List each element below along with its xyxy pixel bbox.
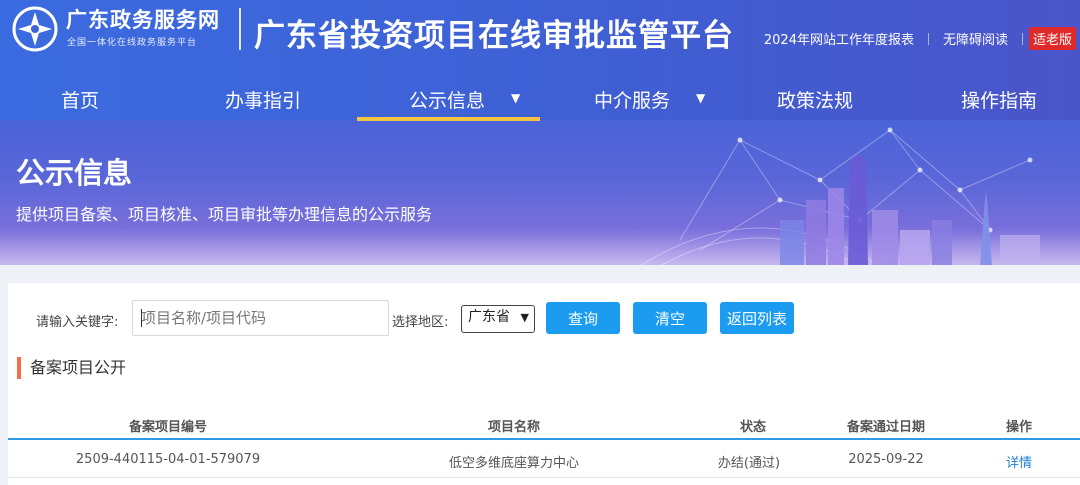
title-divider	[239, 8, 241, 50]
column-header-action: 操作	[1005, 420, 1033, 435]
chevron-down-icon: ▼	[520, 311, 529, 324]
project-code: 2509-440115-04-01-579079	[75, 452, 261, 467]
keyword-input[interactable]	[132, 300, 389, 336]
top-links: 2024年网站工作年度报表 无障碍阅读 适老版	[750, 27, 1080, 50]
accessibility-link[interactable]: 无障碍阅读	[929, 29, 1022, 48]
nav-item-public-info[interactable]: 公示信息 ▼	[357, 74, 540, 121]
region-select-value: 广东省	[468, 309, 510, 325]
back-to-list-button[interactable]: 返回列表	[720, 302, 794, 334]
nav-item-label: 操作指南	[961, 90, 1038, 112]
nav-item-label: 首页	[61, 90, 100, 112]
search-bar: 请输入关键字: 选择地区: 广东省 ▼ 查询 清空 返回列表	[8, 300, 1080, 336]
query-button[interactable]: 查询	[546, 302, 620, 334]
nav-item-label: 政策法规	[777, 90, 854, 112]
portal-slogan: 全国一体化在线政务服务平台	[67, 38, 198, 48]
top-bar: 广东政务服务网 全国一体化在线政务服务平台 广东省投资项目在线审批监管平台 20…	[0, 0, 1080, 60]
region-label: 选择地区:	[392, 315, 449, 330]
column-header-name: 项目名称	[487, 420, 541, 435]
column-header-code: 备案项目编号	[128, 420, 208, 435]
chevron-down-icon: ▼	[511, 91, 521, 105]
chevron-down-icon: ▼	[696, 91, 706, 105]
project-status: 办结(通过)	[717, 456, 781, 471]
column-header-status: 状态	[739, 420, 767, 435]
site-header: 广东政务服务网 全国一体化在线政务服务平台 广东省投资项目在线审批监管平台 20…	[0, 0, 1080, 265]
page-subtitle: 提供项目备案、项目核准、项目审批等办理信息的公示服务	[16, 205, 433, 224]
portal-logo-icon[interactable]	[12, 6, 58, 52]
nav-item-home[interactable]: 首页	[61, 74, 99, 121]
column-header-date: 备案通过日期	[846, 420, 926, 435]
region-select[interactable]: 广东省 ▼	[461, 305, 535, 333]
page-title: 公示信息	[16, 156, 133, 190]
table-header: 备案项目编号 项目名称 状态 备案通过日期 操作	[8, 412, 1080, 440]
top-link-separator	[1021, 32, 1023, 45]
platform-title: 广东省投资项目在线审批监管平台	[254, 18, 734, 54]
nav-item-label: 办事指引	[225, 90, 302, 112]
elder-mode-link[interactable]: 适老版	[1028, 27, 1076, 50]
nav-item-guide[interactable]: 办事指引	[225, 74, 301, 121]
main-nav: 首页 办事指引 公示信息 ▼ 中介服务 ▼ 政策法规 操作指南	[0, 74, 1080, 121]
annual-report-link[interactable]: 2024年网站工作年度报表	[750, 29, 928, 48]
nav-item-agency-services[interactable]: 中介服务 ▼	[594, 74, 705, 121]
nav-item-operation-guide[interactable]: 操作指南	[961, 74, 1037, 121]
section-title: 备案项目公开	[17, 357, 126, 379]
nav-item-policies[interactable]: 政策法规	[777, 74, 853, 121]
city-skyline-illustration	[640, 127, 1040, 265]
keyword-label: 请输入关键字:	[36, 315, 119, 330]
approval-date: 2025-09-22	[848, 452, 924, 467]
table-row: 2509-440115-04-01-579079 低空多维底座算力中心 办结(通…	[8, 442, 1080, 478]
portal-name[interactable]: 广东政务服务网	[66, 4, 220, 34]
main-content: 请输入关键字: 选择地区: 广东省 ▼ 查询 清空 返回列表 备案项目公开 备案…	[8, 283, 1080, 485]
clear-button[interactable]: 清空	[633, 302, 707, 334]
text-cursor	[141, 309, 142, 327]
details-link[interactable]: 详情	[1006, 452, 1032, 471]
project-name: 低空多维底座算力中心	[448, 456, 580, 471]
nav-item-label: 公示信息	[409, 90, 486, 112]
nav-item-label: 中介服务	[594, 90, 671, 112]
